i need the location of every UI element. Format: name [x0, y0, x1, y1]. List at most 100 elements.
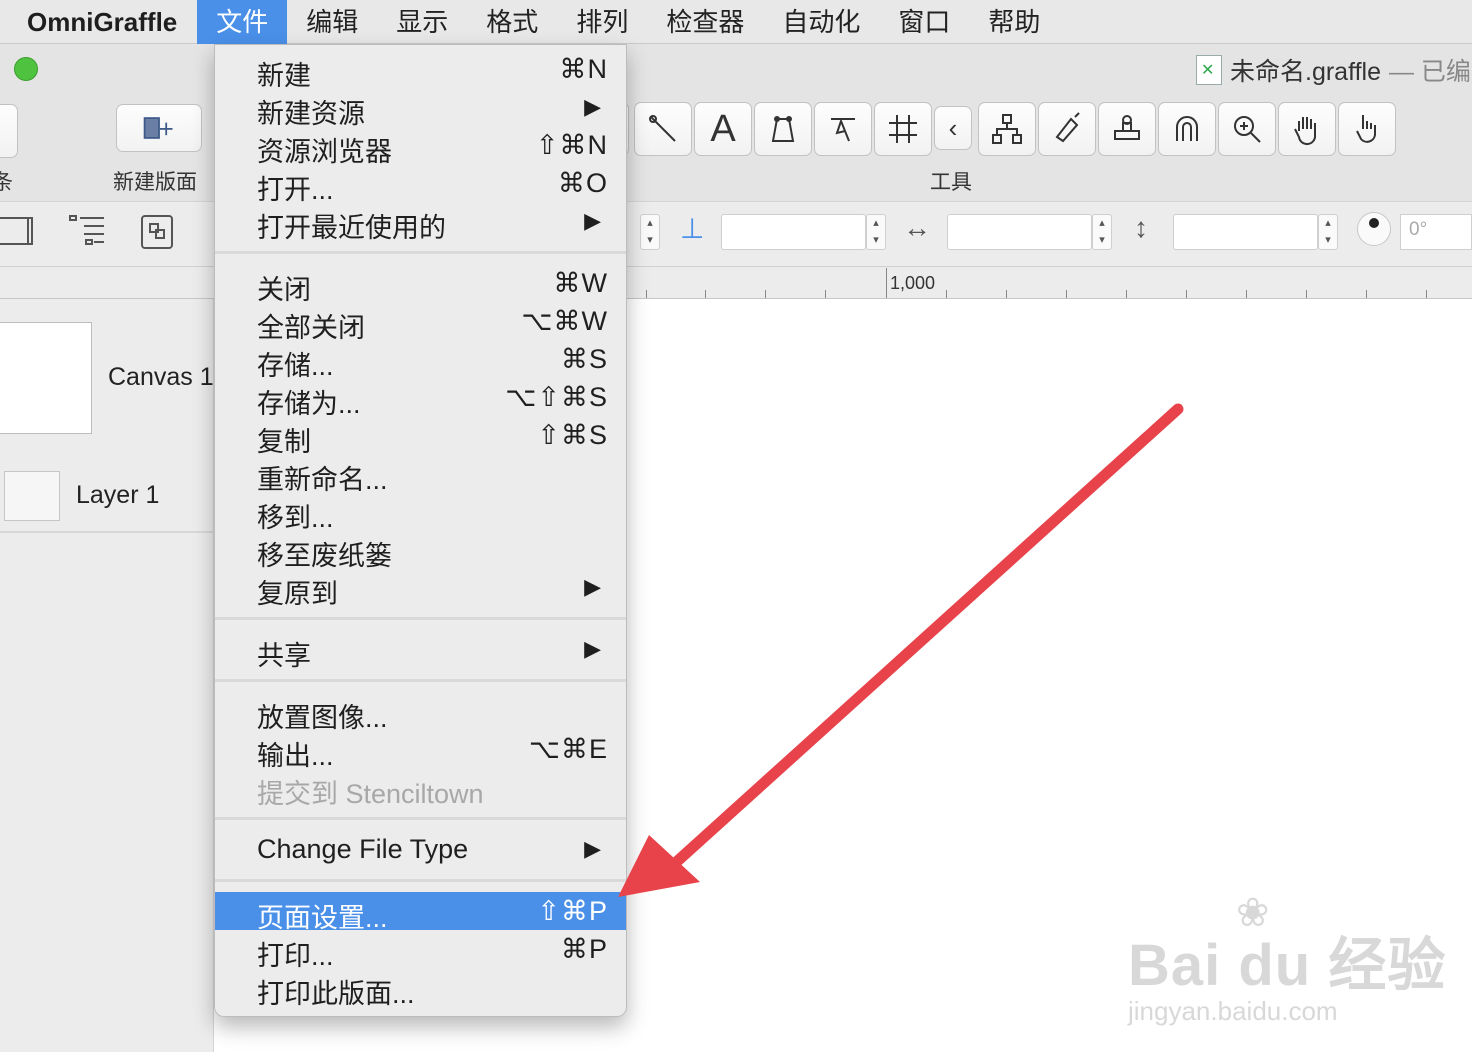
baidu-watermark: ❀ Bai du 经验 jingyan.baidu.com [1128, 891, 1446, 1027]
canvas-name[interactable]: Canvas 1 [108, 363, 214, 392]
depth-stepper[interactable]: ▴ ▾ [1318, 214, 1338, 250]
file-menu-dropdown: 新建 ⌘N 新建资源 ▶ 资源浏览器 ⇧⌘N 打开... ⌘O 打开最近使用的 ▶ 关闭 ⌘W 全部关闭… [214, 44, 627, 1017]
file-menu-item[interactable]: 存储... ⌘S [215, 340, 626, 381]
menu-item-shortcut: ⌥⌘E [528, 734, 608, 764]
hand-icon [1294, 117, 1317, 146]
width-stepper[interactable]: ▴ ▾ [866, 214, 886, 250]
submenu-arrow-icon: ▶ [584, 94, 601, 119]
file-menu-item[interactable]: 关闭 ⌘W [215, 264, 626, 305]
diagram-tool-icon [992, 114, 1022, 144]
ruler-tick [646, 290, 647, 298]
menu-separator [215, 868, 626, 892]
height-stepper[interactable]: ▴ ▾ [1092, 214, 1112, 250]
file-menu-item[interactable]: 打开最近使用的 ▶ [215, 202, 626, 243]
file-menu-item[interactable]: 打印... ⌘P [215, 930, 626, 971]
layer-thumbnail[interactable] [4, 471, 60, 521]
file-menu-item[interactable]: 新建 ⌘N [215, 50, 626, 91]
file-menu-item[interactable]: 资源浏览器 ⇧⌘N [215, 126, 626, 167]
menu-arrange[interactable]: 排列 [557, 0, 647, 44]
menu-inspectors[interactable]: 检查器 [647, 0, 763, 44]
vertical-size-icon: ↕ [1134, 212, 1148, 243]
text-tool-button[interactable]: A [694, 102, 752, 156]
grouped-view-icon[interactable] [140, 212, 176, 259]
height-field[interactable] [947, 214, 1092, 250]
zoom-window-button[interactable] [14, 57, 38, 81]
depth-field[interactable] [1173, 214, 1318, 250]
menu-item-label: Change File Type [257, 834, 469, 864]
zoom-tool-button[interactable] [1218, 102, 1276, 156]
bezier-tool-button[interactable] [754, 102, 812, 156]
magnet-tool-button[interactable] [1158, 102, 1216, 156]
menu-window[interactable]: 窗口 [879, 0, 969, 44]
collapse-tools-button[interactable]: ‹ [934, 106, 972, 150]
file-menu-item[interactable]: 存储为... ⌥⇧⌘S [215, 378, 626, 419]
file-menu-item: 提交到 Stenciltown [215, 768, 626, 809]
browse-tool-button[interactable] [1338, 102, 1396, 156]
app-menu[interactable]: OmniGraffle [0, 0, 197, 44]
submenu-arrow-icon: ▶ [584, 574, 601, 599]
menu-item-shortcut: ⌘P [560, 934, 608, 964]
file-menu-item[interactable]: 放置图像... [215, 692, 626, 733]
ruler-tick [825, 290, 826, 298]
file-menu-item[interactable]: 打印此版面... [215, 968, 626, 1009]
menu-help[interactable]: 帮助 [969, 0, 1059, 44]
diagram-tool-button[interactable] [978, 102, 1036, 156]
tools-label: 工具 [930, 171, 972, 194]
style-brush-icon [1055, 112, 1080, 143]
menu-item-shortcut: ⌘N [559, 54, 608, 84]
ruler-major-tick [886, 268, 887, 298]
layer-name[interactable]: Layer 1 [76, 481, 159, 510]
file-menu-item[interactable]: Change File Type ▶ [215, 830, 626, 868]
rotation-knob[interactable] [1357, 212, 1391, 246]
menu-item-shortcut: ⌘S [560, 344, 608, 374]
width-field[interactable] [721, 214, 866, 250]
canvas-view-icon[interactable] [0, 212, 40, 259]
menu-edit[interactable]: 编辑 [287, 0, 377, 44]
file-menu-item[interactable]: 复制 ⇧⌘S [215, 416, 626, 457]
line-tool-button[interactable] [634, 102, 692, 156]
menu-item-label: 打印此版面... [257, 979, 415, 1009]
ruler-tick [1306, 290, 1307, 298]
outline-view-icon[interactable] [68, 212, 108, 259]
point-edit-tool-button[interactable] [814, 102, 872, 156]
file-menu-item[interactable]: 复原到 ▶ [215, 568, 626, 609]
file-menu-item[interactable]: 共享 ▶ [215, 630, 626, 671]
document-name: 未命名.graffle [1230, 58, 1381, 86]
menu-view[interactable]: 显示 [377, 0, 467, 44]
ruler-tick [1366, 290, 1367, 298]
pointing-hand-icon [1356, 115, 1376, 143]
file-menu-item[interactable]: 重新命名... [215, 454, 626, 495]
ruler-tick [1066, 290, 1067, 298]
file-menu-item[interactable]: 移到... [215, 492, 626, 533]
style-brush-button[interactable] [1038, 102, 1096, 156]
menu-automation[interactable]: 自动化 [763, 0, 879, 44]
window-title: 未命名.graffle — 已编 [1196, 52, 1471, 88]
canvas-thumbnail[interactable] [0, 322, 92, 434]
canvases-sidebar: Canvas 1 Layer 1 [0, 299, 214, 1052]
stamp-tool-button[interactable] [1098, 102, 1156, 156]
ruler-tick [1186, 290, 1187, 298]
file-menu-item[interactable]: 全部关闭 ⌥⌘W [215, 302, 626, 343]
file-menu-item[interactable]: 移至废纸篓 [215, 530, 626, 571]
partial-toolbar-button[interactable] [0, 104, 18, 158]
hand-tool-button[interactable] [1278, 102, 1336, 156]
menu-bar: OmniGraffle 文件 编辑 显示 格式 排列 检查器 自动化 窗口 帮助 [0, 0, 1472, 44]
new-canvas-button[interactable] [116, 104, 202, 152]
menu-file[interactable]: 文件 [197, 0, 288, 44]
submenu-arrow-icon: ▶ [584, 208, 601, 233]
menu-separator [215, 240, 626, 264]
file-menu-item[interactable]: 新建资源 ▶ [215, 88, 626, 129]
zoom-in-icon [1234, 116, 1261, 143]
y-position-stepper[interactable]: ▴ ▾ [640, 214, 660, 250]
ruler-label: 1,000 [890, 273, 936, 293]
menu-format[interactable]: 格式 [467, 0, 557, 44]
grid-tool-button[interactable] [874, 102, 932, 156]
ruler-tick [1426, 290, 1427, 298]
menu-separator [215, 668, 626, 692]
rotation-field[interactable]: 0° [1400, 214, 1472, 250]
sidebar-divider [0, 531, 214, 533]
file-menu-item[interactable]: 页面设置... ⇧⌘P [215, 892, 626, 933]
new-canvas-label: 新建版面 [113, 171, 197, 194]
file-menu-item[interactable]: 输出... ⌥⌘E [215, 730, 626, 771]
file-menu-item[interactable]: 打开... ⌘O [215, 164, 626, 205]
